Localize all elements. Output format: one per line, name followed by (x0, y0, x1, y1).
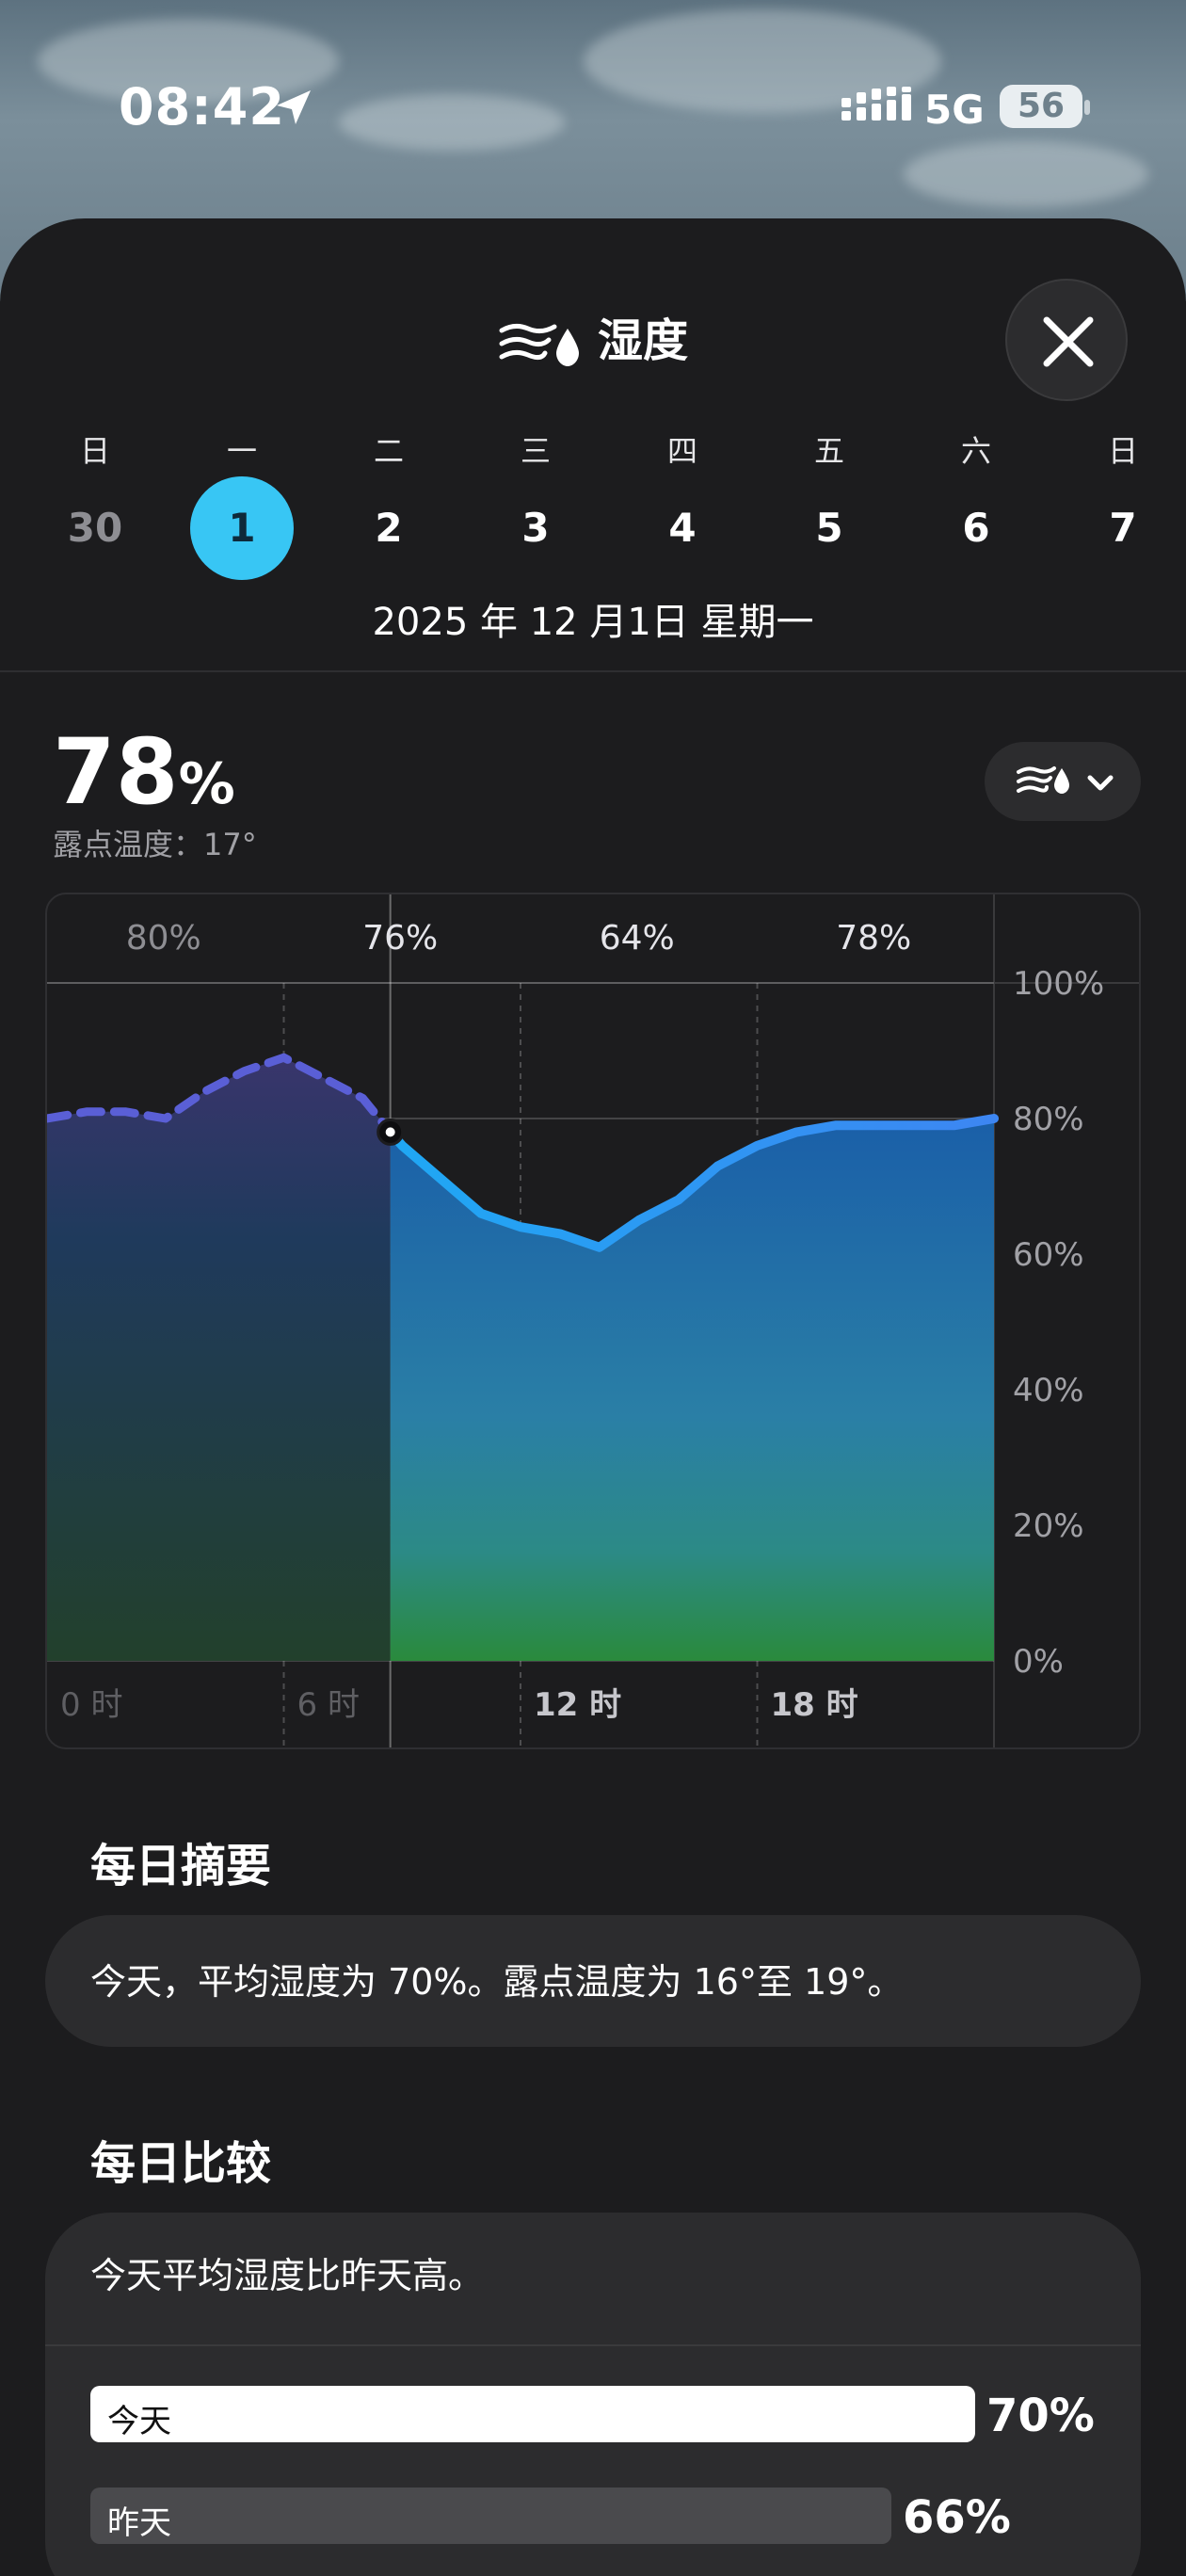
y-tick-label: 20% (1013, 1507, 1084, 1545)
daily-summary-text: 今天，平均湿度为 70%。露点温度为 16°至 19°。 (90, 1961, 904, 2003)
period-humidity-label: 76% (362, 919, 438, 958)
day-number[interactable]: 6 (924, 476, 1028, 580)
daily-summary-card: 今天，平均湿度为 70%。露点温度为 16°至 19°。 (45, 1915, 1141, 2047)
weekday-label: 日 (1107, 433, 1138, 469)
yesterday-bar: 昨天 (90, 2487, 891, 2544)
day-number[interactable]: 5 (777, 476, 881, 580)
day-column[interactable]: 四 4 (631, 427, 734, 551)
divider (0, 670, 1186, 672)
period-humidity-label: 80% (126, 919, 201, 958)
day-column[interactable]: 二 2 (337, 427, 441, 551)
day-number[interactable]: 7 (1071, 476, 1175, 580)
current-humidity: 78% (53, 719, 235, 825)
weekday-label: 四 (666, 433, 697, 469)
daily-summary-title: 每日摘要 (90, 1840, 272, 1892)
network-type: 5G (924, 87, 985, 133)
daily-comparison-card: 今天平均湿度比昨天高。 今天 70% 昨天 66% (45, 2213, 1141, 2576)
current-humidity-value: 78 (53, 719, 179, 825)
day-column[interactable]: 日 30 (43, 427, 147, 551)
period-humidity-label: 78% (836, 919, 911, 958)
day-number[interactable]: 30 (43, 476, 147, 580)
divider (45, 2344, 1141, 2346)
selected-date: 2025 年 12 月1日 星期一 (372, 601, 814, 644)
today-bar-label: 今天 (107, 2403, 171, 2440)
humidity-icon (499, 323, 579, 366)
today-value: 70% (986, 2390, 1095, 2442)
day-column[interactable]: 三 3 (484, 427, 587, 551)
day-column[interactable]: 五 5 (777, 427, 881, 551)
today-bar: 今天 (90, 2386, 975, 2442)
location-arrow-icon (277, 90, 311, 124)
day-column[interactable]: 日 7 (1071, 427, 1175, 551)
x-tick-label: 0 时 (60, 1686, 122, 1724)
forecast-area (390, 1119, 994, 1661)
day-number[interactable]: 3 (484, 476, 587, 580)
x-tick-label: 18 时 (771, 1686, 858, 1724)
battery-cap (1084, 100, 1090, 115)
weekday-label: 一 (226, 433, 257, 469)
daily-comparison-title: 每日比较 (90, 2137, 272, 2190)
humidity-chart: 100% 80% 60% 40% 20% 0% 0 时 6 时 12 时 18 时 80% 76% 64… (45, 893, 1141, 1749)
weekday-label: 三 (520, 433, 551, 469)
yesterday-bar-label: 昨天 (107, 2504, 171, 2542)
weekday-label: 日 (79, 433, 110, 469)
x-tick-label: 12 时 (534, 1686, 621, 1724)
day-column[interactable]: 一 1 (190, 427, 294, 580)
day-number[interactable]: 4 (631, 476, 734, 580)
signal-icon (841, 87, 911, 121)
y-tick-label: 100% (1013, 965, 1104, 1003)
humidity-sheet: 湿度 日 30 一 1 二 2 三 3 四 4 五 5 六 6 日 7 2025… (0, 218, 1186, 2576)
y-tick-label: 40% (1013, 1372, 1084, 1409)
day-column[interactable]: 六 6 (924, 427, 1028, 551)
y-tick-label: 80% (1013, 1101, 1084, 1138)
chart-mode-button[interactable] (985, 742, 1141, 821)
y-tick-label: 60% (1013, 1236, 1084, 1274)
dew-point-text: 露点温度：17° (53, 827, 257, 862)
y-tick-label: 0% (1013, 1643, 1064, 1681)
close-icon (1043, 316, 1094, 367)
humidity-icon (1017, 766, 1069, 794)
weekday-label: 六 (960, 433, 991, 469)
comparison-text: 今天平均湿度比昨天高。 (90, 2255, 485, 2296)
chevron-down-icon (1087, 775, 1114, 791)
past-area (47, 1057, 391, 1661)
yesterday-value: 66% (903, 2491, 1011, 2544)
current-point-center (385, 1127, 395, 1137)
status-bar: 08:42 5G 56 (0, 0, 1186, 217)
chart-areas (47, 1057, 994, 1661)
humidity-chart-svg: 100% 80% 60% 40% 20% 0% 0 时 6 时 12 时 18 时 80% 76% 64… (47, 894, 1139, 1747)
status-time: 08:42 (119, 77, 285, 137)
weekday-label: 二 (373, 433, 404, 469)
x-tick-label: 6 时 (297, 1686, 360, 1724)
current-humidity-unit: % (178, 751, 235, 817)
battery-indicator: 56 (1000, 85, 1082, 128)
period-humidity-label: 64% (600, 919, 675, 958)
day-number[interactable]: 2 (337, 476, 441, 580)
weekday-label: 五 (813, 433, 844, 469)
sheet-title-text: 湿度 (597, 314, 688, 367)
day-number-selected[interactable]: 1 (190, 476, 294, 580)
close-button[interactable] (1005, 279, 1128, 401)
